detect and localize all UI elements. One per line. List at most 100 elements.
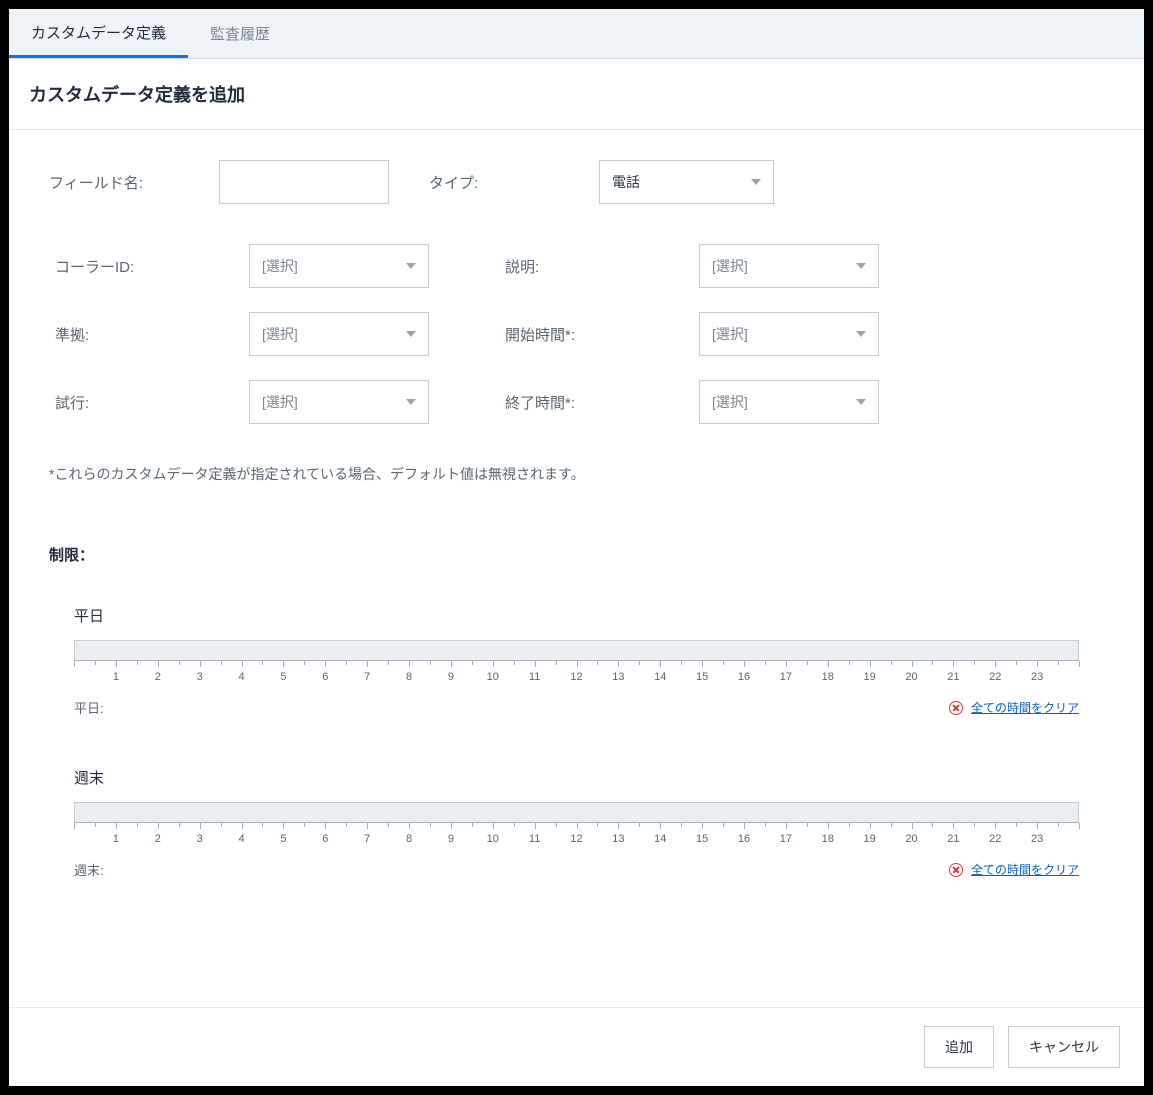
ruler-hour-label: 1 xyxy=(113,833,119,845)
chevron-down-icon xyxy=(856,331,866,337)
tab-bar: カスタムデータ定義 監査履歴 xyxy=(9,9,1144,59)
ruler-hour-label: 4 xyxy=(238,833,244,845)
ruler-hour-label: 15 xyxy=(696,833,708,845)
add-button[interactable]: 追加 xyxy=(924,1026,994,1068)
ruler-hour-label: 20 xyxy=(905,833,917,845)
ruler-hour-label: 16 xyxy=(738,671,750,683)
footer-bar: 追加 キャンセル xyxy=(9,1007,1144,1086)
weekday-block: 平日 1234567891011121314151617181920212223… xyxy=(44,585,1109,717)
ruler-hour-label: 11 xyxy=(529,833,540,845)
ruler-hour-label: 19 xyxy=(864,671,876,683)
start-time-label: 開始時間*: xyxy=(499,324,699,345)
ruler-hour-label: 2 xyxy=(155,671,161,683)
end-time-select[interactable]: [選択] xyxy=(699,380,879,424)
select-placeholder: [選択] xyxy=(262,392,298,412)
ruler-hour-label: 19 xyxy=(864,833,876,845)
ruler-hour-label: 16 xyxy=(738,833,750,845)
select-placeholder: [選択] xyxy=(712,392,748,412)
ruler-hour-label: 17 xyxy=(780,833,792,845)
cancel-button[interactable]: キャンセル xyxy=(1008,1026,1120,1068)
ruler-ticks: 1234567891011121314151617181920212223 xyxy=(74,822,1079,852)
ruler-hour-label: 22 xyxy=(989,671,1001,683)
ruler-hour-label: 15 xyxy=(696,671,708,683)
ruler-hour-label: 2 xyxy=(155,833,161,845)
weekday-title: 平日 xyxy=(74,605,1079,626)
ruler-ticks: 1234567891011121314151617181920212223 xyxy=(74,660,1079,690)
ruler-hour-label: 21 xyxy=(947,671,959,683)
ruler-hour-label: 14 xyxy=(654,833,666,845)
form-grid: コーラーID: [選択] 説明: [選択] 準拠: [選択] 開始時間*: [選… xyxy=(49,244,1104,424)
start-time-select[interactable]: [選択] xyxy=(699,312,879,356)
type-label: タイプ: xyxy=(429,172,599,193)
ruler-hour-label: 13 xyxy=(612,833,624,845)
chevron-down-icon xyxy=(751,179,761,185)
tab-label: カスタムデータ定義 xyxy=(31,22,166,43)
weekday-footer-label: 平日: xyxy=(74,698,104,717)
weekend-title: 週末 xyxy=(74,767,1079,788)
ruler-band xyxy=(74,802,1079,822)
tab-label: 監査履歴 xyxy=(210,23,270,44)
select-placeholder: [選択] xyxy=(712,324,748,344)
attempts-label: 試行: xyxy=(49,392,249,413)
ruler-hour-label: 12 xyxy=(570,833,582,845)
weekend-ruler[interactable]: 1234567891011121314151617181920212223 xyxy=(74,802,1079,852)
ruler-hour-label: 6 xyxy=(322,833,328,845)
ruler-hour-label: 22 xyxy=(989,833,1001,845)
description-select[interactable]: [選択] xyxy=(699,244,879,288)
tab-audit-history[interactable]: 監査履歴 xyxy=(188,9,292,58)
select-placeholder: [選択] xyxy=(262,324,298,344)
form-area: フィールド名: タイプ: 電話 コーラーID: [選択] 説明: [選択] 準拠… xyxy=(9,130,1144,585)
ruler-hour-label: 11 xyxy=(529,671,540,683)
ruler-hour-label: 14 xyxy=(654,671,666,683)
ruler-band xyxy=(74,640,1079,660)
type-select[interactable]: 電話 xyxy=(599,160,774,204)
field-name-label: フィールド名: xyxy=(49,172,219,193)
ruler-hour-label: 23 xyxy=(1031,833,1043,845)
ruler-hour-label: 23 xyxy=(1031,671,1043,683)
top-row: フィールド名: タイプ: 電話 xyxy=(49,160,1104,204)
chevron-down-icon xyxy=(406,331,416,337)
weekend-clear-all-link[interactable]: 全ての時間をクリア xyxy=(971,861,1079,878)
ruler-hour-label: 10 xyxy=(487,671,499,683)
ruler-hour-label: 8 xyxy=(406,833,412,845)
app-window: カスタムデータ定義 監査履歴 カスタムデータ定義を追加 フィールド名: タイプ:… xyxy=(9,9,1144,1086)
weekday-footer: 平日: 全ての時間をクリア xyxy=(74,698,1079,717)
ruler-hour-label: 4 xyxy=(238,671,244,683)
tab-custom-data-definition[interactable]: カスタムデータ定義 xyxy=(9,9,188,58)
end-time-label: 終了時間*: xyxy=(499,392,699,413)
ruler-hour-label: 12 xyxy=(570,671,582,683)
ruler-hour-label: 7 xyxy=(364,671,370,683)
chevron-down-icon xyxy=(406,399,416,405)
ruler-hour-label: 5 xyxy=(280,671,286,683)
weekend-block: 週末 1234567891011121314151617181920212223… xyxy=(44,747,1109,879)
field-name-input[interactable] xyxy=(219,160,389,204)
ruler-hour-label: 9 xyxy=(448,833,454,845)
ruler-hour-label: 6 xyxy=(322,671,328,683)
ruler-hour-label: 3 xyxy=(197,833,203,845)
description-label: 説明: xyxy=(499,256,699,277)
weekday-ruler[interactable]: 1234567891011121314151617181920212223 xyxy=(74,640,1079,690)
clear-icon xyxy=(949,863,963,877)
type-select-value: 電話 xyxy=(612,172,640,192)
select-placeholder: [選択] xyxy=(262,256,298,276)
ruler-hour-label: 8 xyxy=(406,671,412,683)
ruler-hour-label: 18 xyxy=(822,833,834,845)
weekday-clear-all-link[interactable]: 全ての時間をクリア xyxy=(971,699,1079,716)
compliance-label: 準拠: xyxy=(49,324,249,345)
chevron-down-icon xyxy=(856,263,866,269)
ruler-hour-label: 3 xyxy=(197,671,203,683)
attempts-select[interactable]: [選択] xyxy=(249,380,429,424)
restrictions-area: 平日 1234567891011121314151617181920212223… xyxy=(9,585,1144,879)
ruler-hour-label: 13 xyxy=(612,671,624,683)
chevron-down-icon xyxy=(856,399,866,405)
caller-id-select[interactable]: [選択] xyxy=(249,244,429,288)
ruler-hour-label: 5 xyxy=(280,833,286,845)
ruler-hour-label: 20 xyxy=(905,671,917,683)
ruler-hour-label: 21 xyxy=(947,833,959,845)
ruler-hour-label: 7 xyxy=(364,833,370,845)
weekend-footer-label: 週末: xyxy=(74,860,104,879)
compliance-select[interactable]: [選択] xyxy=(249,312,429,356)
ruler-hour-label: 17 xyxy=(780,671,792,683)
ruler-hour-label: 10 xyxy=(487,833,499,845)
chevron-down-icon xyxy=(406,263,416,269)
